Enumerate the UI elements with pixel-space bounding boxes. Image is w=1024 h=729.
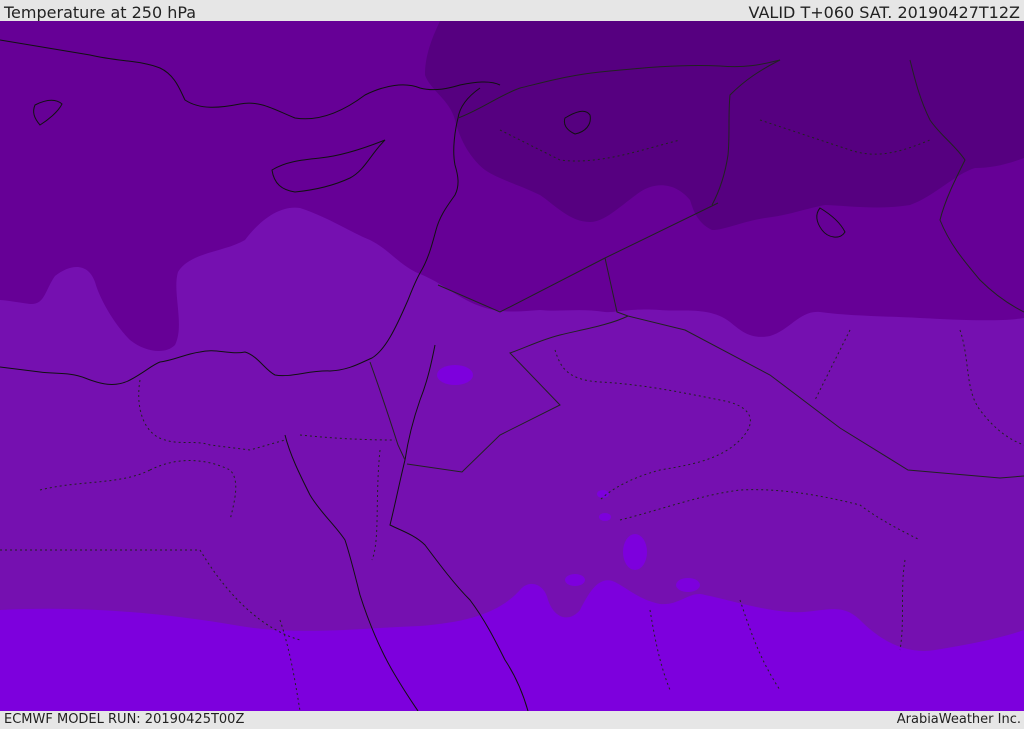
- map-header: Temperature at 250 hPa VALID T+060 SAT. …: [0, 0, 1024, 22]
- map-canvas: [0, 21, 1024, 711]
- warm-patch: [599, 513, 611, 521]
- warm-patch: [565, 574, 585, 586]
- warm-patch: [623, 534, 647, 570]
- warm-patch: [437, 365, 473, 385]
- map-title: Temperature at 250 hPa: [4, 3, 197, 22]
- temperature-map: [0, 21, 1024, 711]
- warm-patch: [597, 490, 609, 498]
- valid-time-label: VALID T+060 SAT. 20190427T12Z: [748, 3, 1020, 22]
- map-footer: ECMWF MODEL RUN: 20190425T00Z ArabiaWeat…: [0, 711, 1024, 729]
- warm-patch: [676, 578, 700, 592]
- brand-label: ArabiaWeather Inc.: [896, 712, 1021, 727]
- model-run-label: ECMWF MODEL RUN: 20190425T00Z: [4, 712, 245, 727]
